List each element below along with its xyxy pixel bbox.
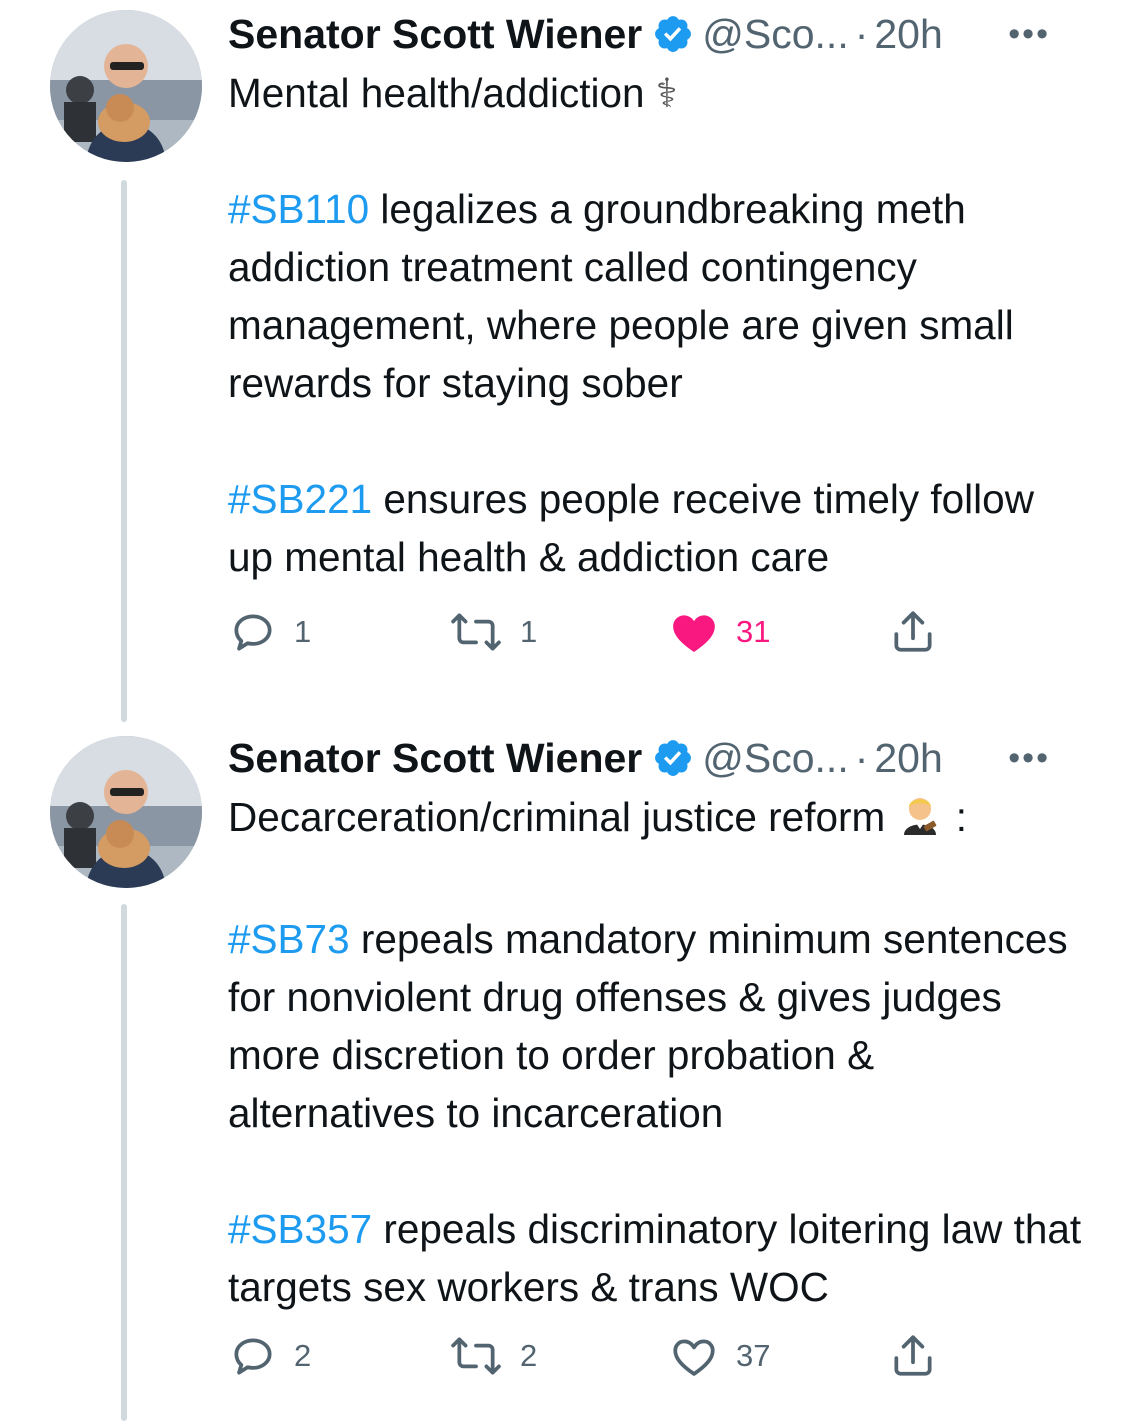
paragraph-text: repeals mandatory minimum sentences for … (228, 916, 1068, 1136)
like-button[interactable]: 31 (668, 602, 770, 662)
reply-icon (234, 614, 272, 651)
separator-dot: · (854, 735, 869, 781)
medical-symbol-emoji: ⚕ (655, 70, 678, 116)
tweet-text: Mental health/addiction ⚕ #SB110 legaliz… (228, 64, 1088, 586)
reply-count: 2 (294, 1338, 312, 1373)
hashtag-link[interactable]: #SB73 (228, 916, 350, 962)
avatar[interactable] (50, 736, 202, 888)
share-icon (894, 611, 932, 652)
tweet-paragraph: #SB73 repeals mandatory minimum sentence… (228, 910, 1088, 1142)
like-button[interactable]: 37 (668, 1326, 770, 1386)
tweet-paragraph: #SB221 ensures people receive timely fol… (228, 470, 1088, 586)
more-options-icon[interactable]: ••• (1008, 730, 1050, 786)
tweet-actions: 1 1 31 (228, 602, 1088, 662)
share-button[interactable] (888, 602, 938, 662)
avatar-photo-icon (50, 736, 202, 888)
share-button[interactable] (888, 1326, 938, 1386)
tweet-paragraph: #SB110 legalizes a groundbreaking meth a… (228, 180, 1088, 412)
retweet-icon (451, 613, 501, 651)
hashtag-link[interactable]: #SB357 (228, 1206, 372, 1252)
avatar-photo-icon (50, 10, 202, 162)
judge-emoji-icon (896, 789, 944, 852)
avatar[interactable] (50, 10, 202, 162)
reply-button[interactable]: 1 (228, 602, 311, 662)
first-line-text: Decarceration/criminal justice reform (228, 794, 886, 840)
more-options-icon[interactable]: ••• (1008, 6, 1050, 62)
tweet-header: Senator Scott Wiener @Sco... · 20h ••• (228, 6, 1088, 62)
thread-line (121, 904, 127, 1421)
tweet-timestamp[interactable]: 20h (874, 730, 942, 786)
reply-count: 1 (294, 614, 312, 649)
hashtag-link[interactable]: #SB221 (228, 476, 372, 522)
retweet-icon (451, 1337, 501, 1375)
retweet-count: 1 (520, 614, 538, 649)
author-handle[interactable]: @Sco... (702, 730, 848, 786)
retweet-count: 2 (520, 1338, 538, 1373)
like-count: 31 (736, 614, 771, 649)
heart-outline-icon (673, 1339, 715, 1376)
reply-icon (234, 1338, 272, 1375)
tweet-actions: 2 2 37 (228, 1326, 1088, 1386)
separator-dot: · (854, 11, 869, 57)
tweet-timestamp[interactable]: 20h (874, 6, 942, 62)
author-name[interactable]: Senator Scott Wiener (228, 6, 642, 62)
verified-badge-icon (652, 737, 694, 779)
author-name[interactable]: Senator Scott Wiener (228, 730, 642, 786)
reply-button[interactable]: 2 (228, 1326, 311, 1386)
heart-filled-icon (673, 615, 715, 652)
retweet-button[interactable]: 1 (448, 602, 537, 662)
tweet-text: Decarceration/criminal justice reform : … (228, 788, 1088, 1316)
share-icon (894, 1335, 932, 1376)
tweet-first-line: Mental health/addiction ⚕ (228, 64, 1088, 122)
author-handle[interactable]: @Sco... (702, 6, 848, 62)
tweet-paragraph: #SB357 repeals discriminatory loitering … (228, 1200, 1088, 1316)
thread-line (121, 180, 127, 722)
retweet-button[interactable]: 2 (448, 1326, 537, 1386)
verified-badge-icon (652, 13, 694, 55)
tweet-header: Senator Scott Wiener @Sco... · 20h ••• (228, 730, 1088, 786)
first-line-suffix: : (955, 794, 967, 840)
first-line-text: Mental health/addiction (228, 70, 645, 116)
hashtag-link[interactable]: #SB110 (228, 186, 369, 232)
tweet-first-line: Decarceration/criminal justice reform : (228, 788, 1088, 852)
like-count: 37 (736, 1338, 771, 1373)
